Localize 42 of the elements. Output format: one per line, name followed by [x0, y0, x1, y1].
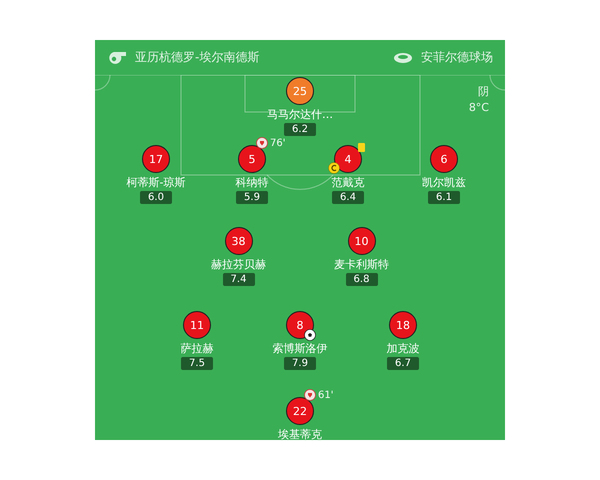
player-rating: 7.5 [181, 357, 213, 370]
player-name: 萨拉赫 [180, 342, 214, 356]
stadium-icon [393, 52, 413, 64]
player-name: 索博斯洛伊 [272, 342, 328, 356]
substitution-icon [256, 137, 268, 149]
player-name: 科纳特 [236, 176, 268, 190]
player-name: 凯尔凯兹 [422, 176, 466, 190]
player-rating: 6.7 [387, 357, 419, 370]
player-number[interactable]: 6 [430, 145, 458, 173]
player-number[interactable]: 5 [238, 145, 266, 173]
temperature: 8°C [468, 100, 489, 116]
match-title: 亚历杭德罗-埃尔南德斯 [135, 49, 260, 66]
player-rating: 7.9 [284, 357, 316, 370]
player-rating: 6.1 [428, 191, 460, 204]
player-rating: 6.4 [332, 191, 364, 204]
player-rating: 5.9 [236, 191, 268, 204]
weather-condition: 阴 [478, 84, 489, 100]
substitution-minute: 61' [318, 390, 334, 400]
player-name: 赫拉芬贝赫 [211, 258, 266, 272]
player-number[interactable]: 22 [286, 397, 314, 425]
player-name: 麦卡利斯特 [334, 258, 389, 272]
substitution-minute: 76' [270, 138, 286, 148]
player-number[interactable]: 17 [142, 145, 170, 173]
player-number[interactable]: 38 [224, 227, 252, 255]
player-name: 埃基蒂克 [278, 428, 322, 440]
player-name: 范戴克 [332, 176, 364, 190]
player-number[interactable]: 8 [286, 311, 314, 339]
substitution-icon [304, 389, 316, 401]
stadium-name: 安菲尔德球场 [421, 49, 493, 66]
player-name: 柯蒂斯-琼斯 [126, 176, 186, 190]
player-number[interactable]: 25 [286, 77, 314, 105]
whistle-icon [107, 50, 127, 64]
player-number[interactable]: 11 [183, 311, 211, 339]
player-rating: 7.4 [222, 273, 254, 286]
player-name: 加克波 [386, 342, 420, 356]
player-rating: 6.2 [284, 123, 316, 136]
player-name: 马马尔达什… [267, 108, 333, 122]
player-rating: 6.0 [140, 191, 172, 204]
player-rating: 6.8 [346, 273, 378, 286]
player-number[interactable]: 18 [389, 311, 417, 339]
player-number[interactable]: 10 [348, 227, 376, 255]
player-number[interactable]: 4 [334, 145, 362, 173]
